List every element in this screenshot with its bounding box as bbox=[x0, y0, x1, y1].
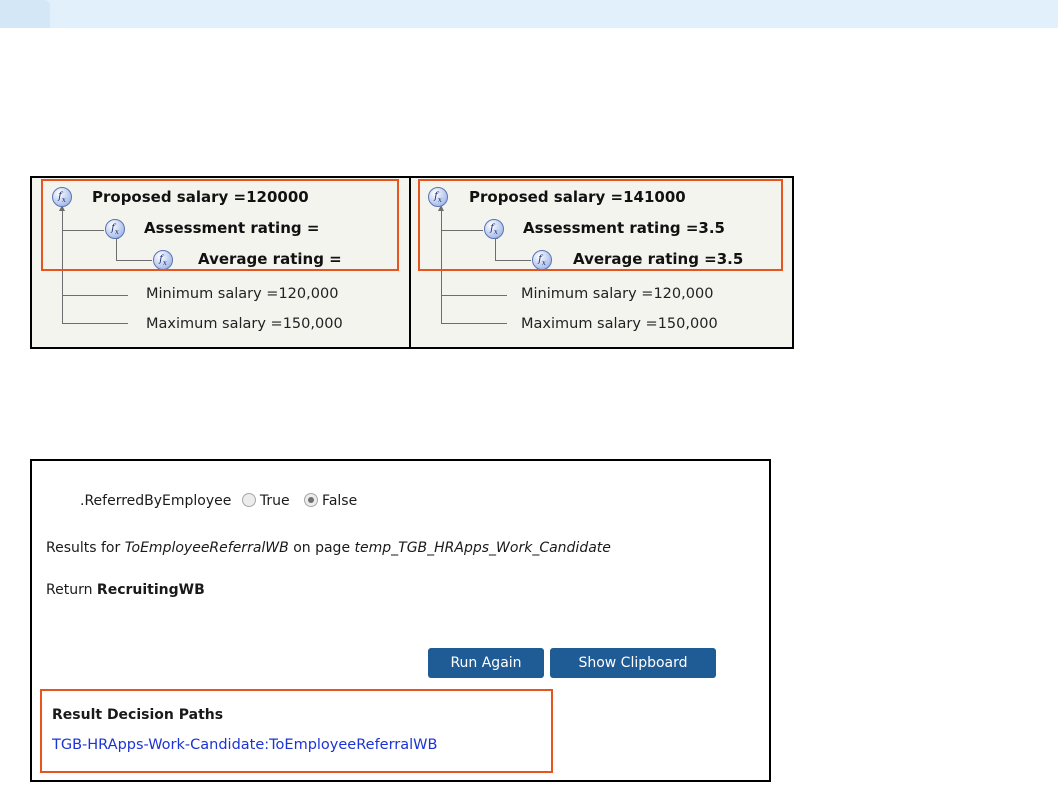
return-prefix: Return bbox=[46, 582, 97, 598]
run-again-button[interactable]: Run Again bbox=[428, 648, 544, 678]
tree-connector bbox=[62, 295, 128, 296]
highlight-box bbox=[41, 179, 399, 271]
return-value: RecruitingWB bbox=[96, 582, 205, 598]
result-decision-paths-box: Result Decision Paths TGB-HRApps-Work-Ca… bbox=[40, 689, 553, 773]
maximum-salary-node: Maximum salary =150,000 bbox=[521, 316, 718, 332]
rule-name: ToEmployeeReferralWB bbox=[124, 540, 289, 556]
result-decision-paths-title: Result Decision Paths bbox=[52, 707, 224, 723]
radio-false-label[interactable]: False bbox=[322, 493, 357, 509]
top-banner bbox=[0, 0, 1058, 28]
top-banner-tab bbox=[0, 0, 50, 28]
decision-tree-panel: fx Proposed salary =120000 fx Assessment… bbox=[30, 176, 794, 349]
minimum-salary-node: Minimum salary =120,000 bbox=[146, 286, 339, 302]
minimum-salary-node: Minimum salary =120,000 bbox=[521, 286, 714, 302]
results-summary: Results for ToEmployeeReferralWB on page… bbox=[46, 538, 611, 558]
tree-connector bbox=[62, 323, 128, 324]
tree-connector bbox=[441, 323, 507, 324]
radio-false[interactable] bbox=[304, 493, 319, 507]
page-prefix: on page bbox=[288, 540, 355, 556]
test-result-panel: .ReferredByEmployee True False Results f… bbox=[30, 459, 771, 782]
decision-path-link[interactable]: TGB-HRApps-Work-Candidate:ToEmployeeRefe… bbox=[52, 737, 437, 753]
highlight-box bbox=[418, 179, 783, 271]
field-label: .ReferredByEmployee bbox=[80, 493, 232, 509]
radio-true-label[interactable]: True bbox=[260, 493, 290, 509]
page-name: temp_TGB_HRApps_Work_Candidate bbox=[354, 540, 611, 556]
show-clipboard-button[interactable]: Show Clipboard bbox=[550, 648, 716, 678]
radio-true[interactable] bbox=[241, 493, 256, 507]
decision-tree-before: fx Proposed salary =120000 fx Assessment… bbox=[32, 178, 408, 347]
referred-by-employee-row: .ReferredByEmployee True False bbox=[80, 491, 361, 511]
tree-connector bbox=[441, 295, 507, 296]
results-prefix: Results for bbox=[46, 540, 125, 556]
return-summary: Return RecruitingWB bbox=[46, 580, 205, 600]
decision-tree-after: fx Proposed salary =141000 fx Assessment… bbox=[411, 178, 787, 347]
maximum-salary-node: Maximum salary =150,000 bbox=[146, 316, 343, 332]
